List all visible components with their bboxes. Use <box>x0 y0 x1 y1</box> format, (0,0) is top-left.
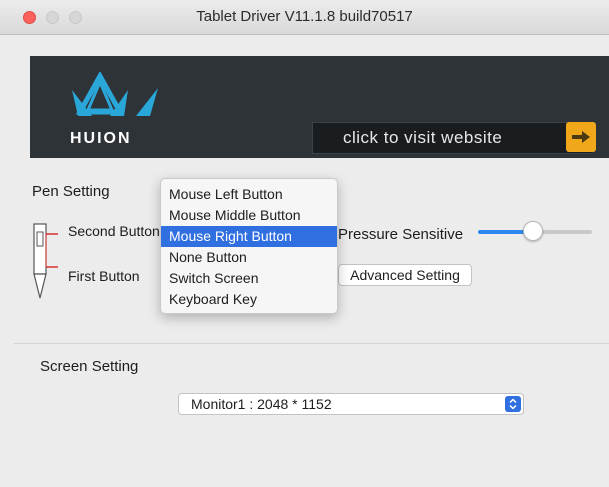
section-divider <box>14 343 609 344</box>
menu-item-mouse-left[interactable]: Mouse Left Button <box>161 184 337 205</box>
visit-website-link[interactable]: click to visit website <box>312 122 594 154</box>
pressure-slider-track[interactable] <box>536 230 592 234</box>
monitor-selected-value: Monitor1 : 2048 * 1152 <box>191 396 332 412</box>
up-down-chevron-icon <box>505 396 521 412</box>
screen-setting-heading: Screen Setting <box>40 358 139 375</box>
brand-logo-text: HUION <box>70 130 132 147</box>
pen-icon <box>33 223 58 299</box>
pen-setting-heading: Pen Setting <box>32 183 110 200</box>
button-function-dropdown-menu[interactable]: Mouse Left Button Mouse Middle Button Mo… <box>160 178 338 314</box>
right-arrow-icon <box>572 131 590 143</box>
visit-website-label: click to visit website <box>343 128 503 147</box>
menu-item-switch-screen[interactable]: Switch Screen <box>161 268 337 289</box>
pressure-sensitive-label: Pressure Sensitive <box>338 226 464 243</box>
menu-item-mouse-middle[interactable]: Mouse Middle Button <box>161 205 337 226</box>
huion-crown-logo-icon <box>72 72 158 116</box>
website-banner[interactable]: HUION click to visit website <box>30 56 609 158</box>
menu-item-mouse-right[interactable]: Mouse Right Button <box>161 226 337 247</box>
first-button-label: First Button <box>68 268 140 284</box>
menu-item-none[interactable]: None Button <box>161 247 337 268</box>
advanced-setting-button[interactable]: Advanced Setting <box>338 264 472 286</box>
title-bar: Tablet Driver V11.1.8 build70517 <box>0 0 609 35</box>
pressure-slider-knob[interactable] <box>523 221 543 241</box>
menu-item-keyboard-key[interactable]: Keyboard Key <box>161 289 337 310</box>
visit-website-button[interactable] <box>566 122 596 152</box>
monitor-select[interactable]: Monitor1 : 2048 * 1152 <box>178 393 524 415</box>
window-title: Tablet Driver V11.1.8 build70517 <box>196 8 413 25</box>
second-button-label: Second Button <box>68 223 160 239</box>
